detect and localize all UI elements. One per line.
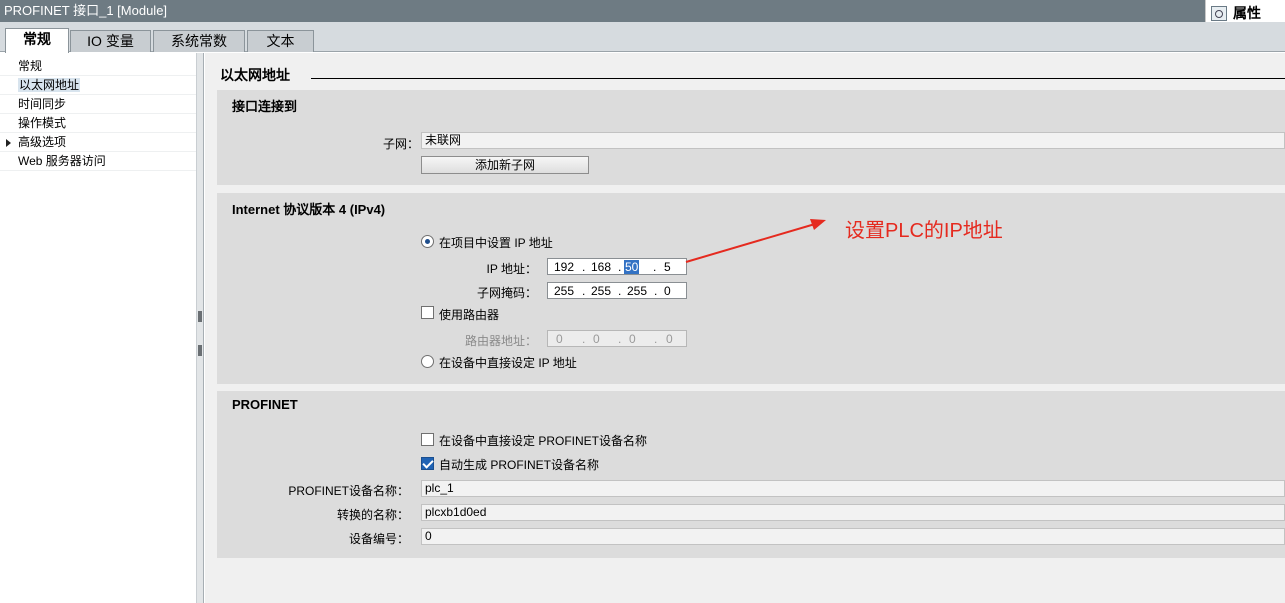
annotation-arrow — [685, 219, 826, 263]
annotation-text: 设置PLC的IP地址 — [845, 220, 1003, 242]
